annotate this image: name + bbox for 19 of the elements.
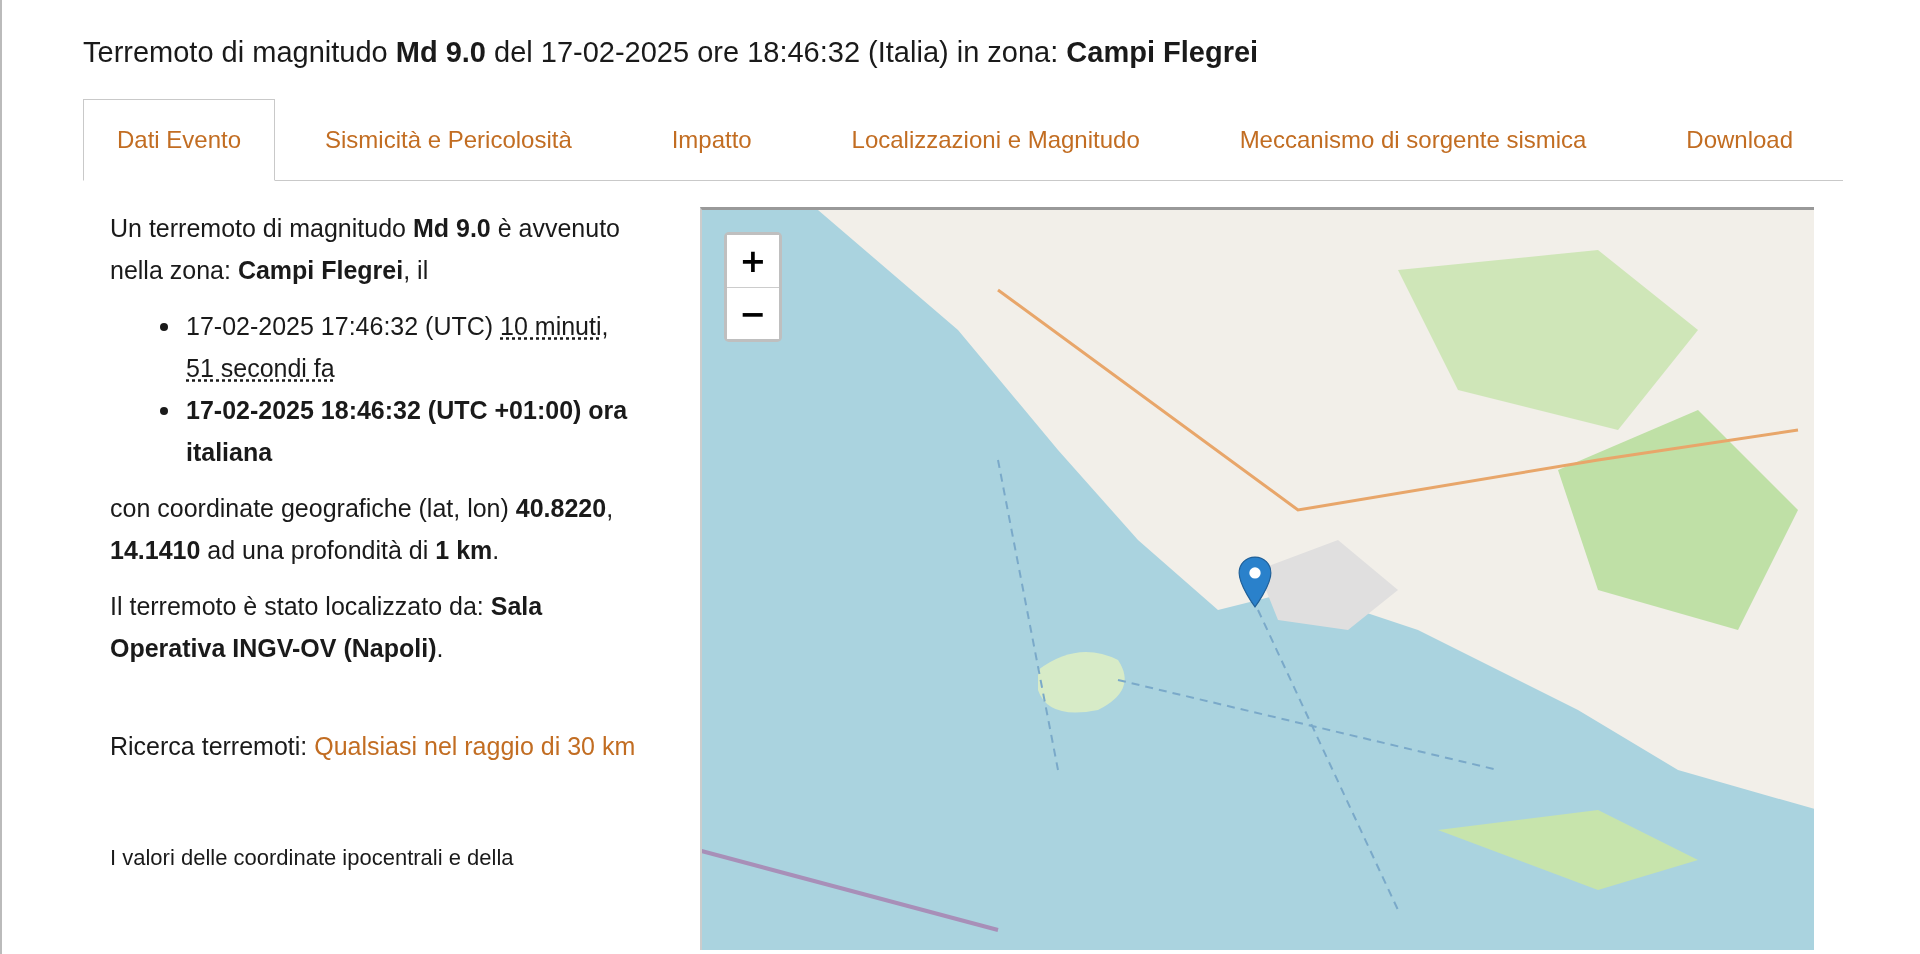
tab[interactable]: Sismicità e Pericolosità <box>275 99 622 181</box>
tab[interactable]: Impatto <box>621 99 802 181</box>
tab[interactable]: Download <box>1636 99 1843 181</box>
location-source-text: Il terremoto è stato localizzato da: Sala Operativa INGV-OV (Napoli). <box>110 591 544 664</box>
note-text: I valori delle coordinate ipocentrali e della <box>110 844 515 872</box>
event-description: Un terremoto di magnitudo Md 9.0 è avvenuto nella zona: Campi Flegrei, il <box>110 213 621 286</box>
zoom-out-button[interactable]: − <box>727 287 779 339</box>
map-marker-icon[interactable] <box>1238 555 1272 609</box>
search-link[interactable]: Qualsiasi nel raggio di 30 km <box>314 732 636 760</box>
utc-time: 17-02-2025 17:46:32 (UTC) 10 minuti, 51 secondi fa <box>186 311 610 384</box>
tab[interactable]: Meccanismo di sorgente sismica <box>1189 99 1637 181</box>
coordinates-text: con coordinate geografiche (lat, lon) 40.8220, 14.1410 ad una profondità di 1 km. <box>110 493 615 566</box>
tab[interactable]: Dati Evento <box>83 99 276 181</box>
bullet-icon <box>160 323 168 331</box>
bullet-icon <box>160 407 168 415</box>
local-time: 17-02-2025 18:46:32 (UTC +01:00) ora italiana <box>186 395 629 468</box>
tab[interactable]: Localizzazioni e Magnitudo <box>801 99 1190 181</box>
page-title: Terremoto di magnitudo Md 9.0 del 17-02-2025 ore 18:46:32 (Italia) in zona: Campi Flegrei <box>83 36 1260 69</box>
search-label: Ricerca terremoti: <box>110 732 308 760</box>
